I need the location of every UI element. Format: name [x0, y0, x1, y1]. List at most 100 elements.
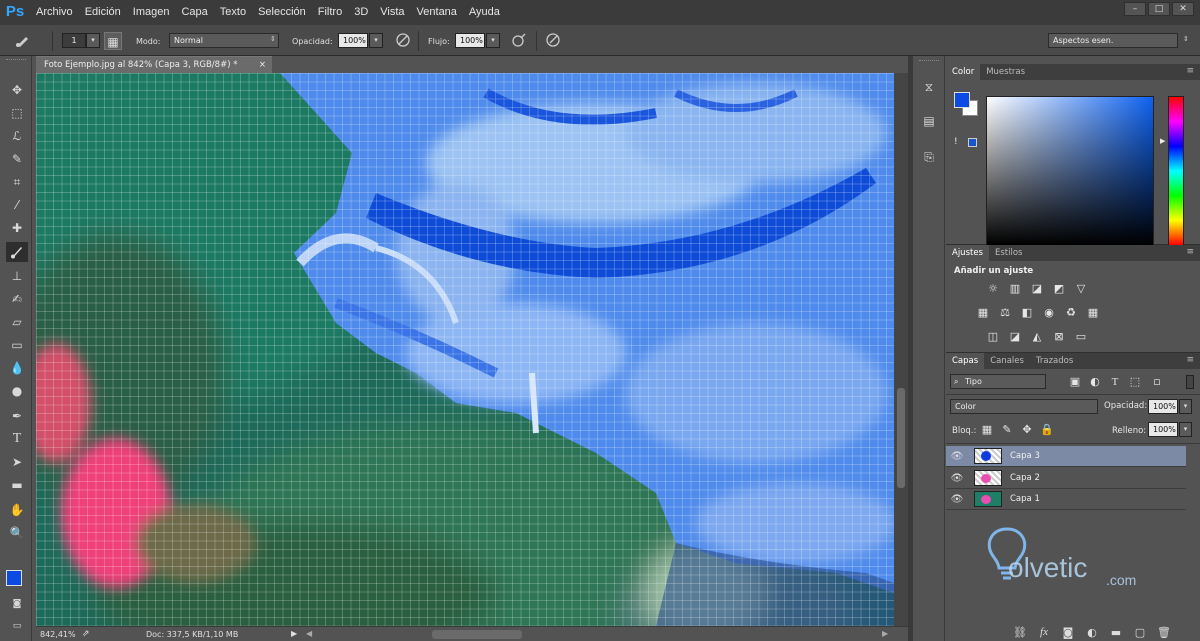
color-panel-menu-icon[interactable]: ≡ [1186, 66, 1194, 76]
minimize-button[interactable]: – [1124, 2, 1146, 16]
move-tool-icon[interactable]: ✥ [6, 80, 28, 100]
fill-field[interactable]: 100% [1148, 422, 1178, 437]
history-brush-tool-icon[interactable]: ✍ [6, 289, 28, 309]
scroll-left-icon[interactable]: ◀ [306, 629, 312, 638]
menu-seleccion[interactable]: Selección [252, 0, 312, 24]
mode-select[interactable]: Normal [169, 33, 279, 48]
eraser-tool-icon[interactable]: ▱ [6, 312, 28, 332]
gradient-tool-icon[interactable]: ▭ [6, 335, 28, 355]
tab-color[interactable]: Color [946, 64, 981, 80]
vertical-scrollbar[interactable] [894, 73, 908, 626]
brush-size-dropdown[interactable]: ▾ [86, 33, 100, 48]
history-panel-icon[interactable]: ⧖ [918, 76, 940, 98]
color-lookup-icon[interactable]: ▦ [1086, 306, 1100, 320]
scroll-right-icon[interactable]: ▶ [882, 629, 888, 638]
threshold-icon[interactable]: ◭ [1030, 330, 1044, 344]
tab-canales[interactable]: Canales [984, 353, 1030, 369]
menu-ayuda[interactable]: Ayuda [463, 0, 506, 24]
layer-style-icon[interactable]: fx [1036, 626, 1052, 639]
lock-all-icon[interactable]: 🔒 [1040, 423, 1054, 437]
invert-icon[interactable]: ◫ [986, 330, 1000, 344]
selective-color-icon[interactable]: ⊠ [1052, 330, 1066, 344]
filter-shape-icon[interactable]: ⬚ [1128, 375, 1142, 389]
paths-panel-icon[interactable]: ⎘ [918, 146, 940, 168]
gradient-map-icon[interactable]: ▭ [1074, 330, 1088, 344]
workspace-select[interactable]: Aspectos esen. [1048, 33, 1178, 48]
brightness-icon[interactable]: ☼ [986, 282, 1000, 296]
layer-filter-select[interactable]: ⌕ Tipo [950, 374, 1046, 389]
filter-type-icon[interactable]: T [1108, 375, 1122, 389]
pressure-opacity-icon[interactable] [394, 32, 412, 50]
lock-transparent-icon[interactable]: ▦ [980, 423, 994, 437]
tab-trazados[interactable]: Trazados [1030, 353, 1079, 369]
foreground-color-swatch[interactable] [6, 570, 22, 586]
document-tab[interactable]: Foto Ejemplo.jpg al 842% (Capa 3, RGB/8#… [36, 56, 272, 73]
menu-vista[interactable]: Vista [374, 0, 410, 24]
menu-filtro[interactable]: Filtro [312, 0, 348, 24]
menu-archivo[interactable]: Archivo [30, 0, 79, 24]
menu-ventana[interactable]: Ventana [411, 0, 463, 24]
brush-size-field[interactable]: 1 [62, 33, 86, 48]
new-layer-icon[interactable]: ▢ [1132, 626, 1148, 639]
lock-paint-icon[interactable]: ✎ [1000, 423, 1014, 437]
exposure-icon[interactable]: ◩ [1052, 282, 1066, 296]
menu-3d[interactable]: 3D [348, 0, 374, 24]
layer-row-capa-2[interactable]: 👁 Capa 2 [946, 468, 1186, 489]
visibility-eye-icon[interactable]: 👁 [946, 494, 968, 505]
pen-tool-icon[interactable]: ✒ [6, 406, 28, 426]
properties-panel-icon[interactable]: ▤ [918, 110, 940, 132]
brush-tool-icon[interactable] [6, 242, 28, 262]
path-selection-tool-icon[interactable]: ➤ [6, 452, 28, 472]
screen-mode-icon[interactable]: ▭ [6, 616, 28, 636]
color-picker-field[interactable] [986, 96, 1154, 246]
levels-icon[interactable]: ▥ [1008, 282, 1022, 296]
lock-move-icon[interactable]: ✥ [1020, 423, 1034, 437]
blur-tool-icon[interactable]: 💧 [6, 358, 28, 378]
opacity-dropdown[interactable]: ▾ [369, 33, 383, 48]
menu-edicion[interactable]: Edición [79, 0, 127, 24]
zoom-level[interactable]: 842,41% [40, 630, 76, 639]
horizontal-scroll-thumb[interactable] [432, 630, 522, 639]
clone-stamp-tool-icon[interactable]: ⊥ [6, 266, 28, 286]
add-mask-icon[interactable]: ◙ [1060, 626, 1076, 639]
gamut-color-swatch[interactable] [968, 138, 977, 147]
adjustment-layer-icon[interactable]: ◐ [1084, 626, 1100, 639]
rectangle-tool-icon[interactable]: ▬ [6, 475, 28, 495]
color-foreground-swatch[interactable] [954, 92, 970, 108]
tab-capas[interactable]: Capas [946, 353, 985, 369]
vertical-scroll-thumb[interactable] [897, 388, 905, 488]
gamut-warning-icon[interactable]: ! [954, 137, 958, 147]
delete-layer-icon[interactable]: 🗑 [1156, 626, 1172, 639]
curves-icon[interactable]: ◪ [1030, 282, 1044, 296]
pressure-size-icon[interactable] [544, 32, 562, 50]
layers-panel-menu-icon[interactable]: ≡ [1186, 355, 1194, 365]
zoom-tool-icon[interactable]: 🔍 [6, 523, 28, 543]
photo-filter-icon[interactable]: ◉ [1042, 306, 1056, 320]
marquee-tool-icon[interactable]: ⬚ [6, 103, 28, 123]
hue-pointer-icon[interactable]: ▶ [1160, 137, 1165, 145]
dodge-tool-icon[interactable]: ● [6, 381, 28, 401]
visibility-eye-icon[interactable]: 👁 [946, 473, 968, 484]
menu-capa[interactable]: Capa [175, 0, 213, 24]
blend-mode-select[interactable]: Color [950, 399, 1098, 414]
posterize-icon[interactable]: ◪ [1008, 330, 1022, 344]
layer-row-capa-1[interactable]: 👁 Capa 1 [946, 489, 1186, 510]
menu-imagen[interactable]: Imagen [127, 0, 176, 24]
hue-slider[interactable] [1168, 96, 1184, 246]
vibrance-icon[interactable]: ▽ [1074, 282, 1088, 296]
quick-mask-icon[interactable]: ◙ [6, 594, 28, 614]
channel-mixer-icon[interactable]: ♻ [1064, 306, 1078, 320]
color-balance-icon[interactable]: ⚖ [998, 306, 1012, 320]
new-group-icon[interactable]: ▬ [1108, 626, 1124, 639]
eyedropper-tool-icon[interactable]: ⁄ [6, 195, 28, 215]
brush-panel-icon[interactable]: ▦ [104, 32, 122, 50]
lasso-tool-icon[interactable]: ℒ [6, 126, 28, 146]
document-tab-close-icon[interactable]: × [259, 57, 266, 74]
hue-icon[interactable]: ▦ [976, 306, 990, 320]
type-tool-icon[interactable]: T [6, 429, 28, 449]
crop-tool-icon[interactable]: ⌗ [6, 172, 28, 192]
flow-field[interactable]: 100% [455, 33, 485, 48]
link-layers-icon[interactable]: ⛓ [1012, 626, 1028, 639]
healing-brush-tool-icon[interactable]: ✚ [6, 218, 28, 238]
menu-texto[interactable]: Texto [214, 0, 252, 24]
